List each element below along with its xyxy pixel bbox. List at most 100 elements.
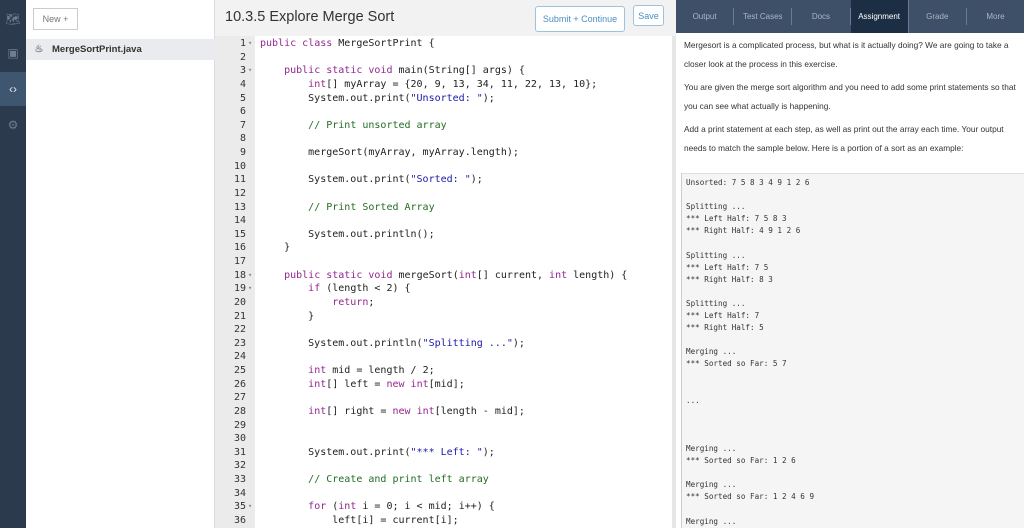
- code-line[interactable]: 3 ▾ public static void main(String[] args…: [215, 64, 672, 78]
- fold-arrow-icon[interactable]: [248, 350, 256, 364]
- line-number: 19: [233, 283, 246, 295]
- fold-arrow-icon[interactable]: [248, 146, 256, 160]
- fold-arrow-icon[interactable]: [248, 419, 256, 433]
- fold-arrow-icon[interactable]: [248, 446, 256, 460]
- fold-arrow-icon[interactable]: ▾: [248, 500, 256, 514]
- code-line[interactable]: 21 }: [215, 310, 672, 324]
- tab-assignment[interactable]: Assignment: [850, 0, 909, 33]
- code-line[interactable]: 15 System.out.println();: [215, 228, 672, 242]
- sample-output: Unsorted: 7 5 8 3 4 9 1 2 6 Splitting ..…: [681, 173, 1024, 528]
- fold-arrow-icon[interactable]: [248, 364, 256, 378]
- code-file-icon[interactable]: ‹›: [0, 72, 26, 106]
- fold-arrow-icon[interactable]: [248, 105, 256, 119]
- code-line[interactable]: 22: [215, 323, 672, 337]
- line-number: 23: [233, 337, 246, 349]
- line-number: 10: [233, 160, 246, 172]
- code-line[interactable]: 30: [215, 432, 672, 446]
- fold-arrow-icon[interactable]: [248, 51, 256, 65]
- fold-arrow-icon[interactable]: [248, 255, 256, 269]
- file-item[interactable]: ♨ MergeSortPrint.java: [26, 39, 215, 60]
- fold-arrow-icon[interactable]: [248, 78, 256, 92]
- tab-test-cases[interactable]: Test Cases: [734, 8, 793, 25]
- java-file-icon: ♨: [34, 44, 44, 55]
- fold-arrow-icon[interactable]: [248, 459, 256, 473]
- fold-arrow-icon[interactable]: ▾: [248, 282, 256, 296]
- fold-arrow-icon[interactable]: [248, 296, 256, 310]
- code-line[interactable]: 28 int[] right = new int[length - mid];: [215, 405, 672, 419]
- fold-arrow-icon[interactable]: [248, 432, 256, 446]
- tab-output[interactable]: Output: [676, 8, 735, 25]
- code-line[interactable]: 11 System.out.print("Sorted: ");: [215, 173, 672, 187]
- fold-arrow-icon[interactable]: [248, 473, 256, 487]
- fold-arrow-icon[interactable]: [248, 228, 256, 242]
- code-line[interactable]: 4 int[] myArray = {20, 9, 13, 34, 11, 22…: [215, 78, 672, 92]
- code-line[interactable]: 18 ▾ public static void mergeSort(int[] c…: [215, 269, 672, 283]
- line-number: 27: [233, 392, 246, 404]
- code-line[interactable]: 13 // Print Sorted Array: [215, 201, 672, 215]
- fold-arrow-icon[interactable]: [248, 337, 256, 351]
- line-number: 7: [239, 119, 246, 131]
- paragraph: Add a print statement at each step, as w…: [684, 124, 1004, 153]
- code-line[interactable]: 9 mergeSort(myArray, myArray.length);: [215, 146, 672, 160]
- new-file-button[interactable]: New +: [33, 8, 78, 30]
- fold-arrow-icon[interactable]: [248, 173, 256, 187]
- code-line[interactable]: 6: [215, 105, 672, 119]
- fold-arrow-icon[interactable]: [248, 391, 256, 405]
- code-line[interactable]: 7 // Print unsorted array: [215, 119, 672, 133]
- code-line[interactable]: 25 int mid = length / 2;: [215, 364, 672, 378]
- code-line[interactable]: 20 return;: [215, 296, 672, 310]
- code-line[interactable]: 34: [215, 487, 672, 501]
- code-line[interactable]: 32: [215, 459, 672, 473]
- fold-arrow-icon[interactable]: [248, 92, 256, 106]
- code-line[interactable]: 36 left[i] = current[i];: [215, 514, 672, 528]
- fold-arrow-icon[interactable]: [248, 214, 256, 228]
- fold-arrow-icon[interactable]: ▾: [248, 37, 256, 51]
- code-line[interactable]: 27: [215, 391, 672, 405]
- code-line[interactable]: 14: [215, 214, 672, 228]
- code-line[interactable]: 1 ▾ public class MergeSortPrint {: [215, 37, 672, 51]
- fold-arrow-icon[interactable]: [248, 119, 256, 133]
- line-number: 1: [239, 38, 246, 49]
- panel-tabs: Output Test Cases Docs Assignment Grade …: [676, 0, 1024, 33]
- fold-arrow-icon[interactable]: [248, 160, 256, 174]
- submit-continue-button[interactable]: Submit + Continue: [535, 6, 625, 32]
- code-line[interactable]: 35 ▾ for (int i = 0; i < mid; i++) {: [215, 500, 672, 514]
- fold-arrow-icon[interactable]: [248, 378, 256, 392]
- code-line[interactable]: 10: [215, 160, 672, 174]
- code-line[interactable]: 24: [215, 350, 672, 364]
- code-area[interactable]: 1 ▾ public class MergeSortPrint {2 3 ▾ publi…: [215, 37, 672, 528]
- line-number: 29: [233, 419, 246, 431]
- code-line[interactable]: 8: [215, 132, 672, 146]
- fold-arrow-icon[interactable]: [248, 323, 256, 337]
- line-number: 36: [233, 514, 246, 526]
- fold-arrow-icon[interactable]: [248, 514, 256, 528]
- calendar-icon[interactable]: ▣: [0, 36, 26, 70]
- fold-arrow-icon[interactable]: [248, 487, 256, 501]
- fold-arrow-icon[interactable]: [248, 241, 256, 255]
- code-line[interactable]: 5 System.out.print("Unsorted: ");: [215, 92, 672, 106]
- tab-docs[interactable]: Docs: [792, 8, 851, 25]
- code-line[interactable]: 31 System.out.print("*** Left: ");: [215, 446, 672, 460]
- fold-arrow-icon[interactable]: ▾: [248, 64, 256, 78]
- line-number: 17: [233, 256, 246, 267]
- tab-more[interactable]: More: [967, 8, 1024, 25]
- code-line[interactable]: 17: [215, 255, 672, 269]
- fold-arrow-icon[interactable]: [248, 132, 256, 146]
- code-line[interactable]: 33 // Create and print left array: [215, 473, 672, 487]
- code-line[interactable]: 16 }: [215, 241, 672, 255]
- fold-arrow-icon[interactable]: ▾: [248, 269, 256, 283]
- map-icon[interactable]: 🗺︎: [0, 2, 26, 36]
- code-line[interactable]: 2: [215, 51, 672, 65]
- fold-arrow-icon[interactable]: [248, 201, 256, 215]
- tab-grade[interactable]: Grade: [909, 8, 967, 25]
- code-line[interactable]: 29: [215, 419, 672, 433]
- save-button[interactable]: Save: [633, 5, 664, 26]
- code-line[interactable]: 23 System.out.println("Splitting ...");: [215, 337, 672, 351]
- code-line[interactable]: 12: [215, 187, 672, 201]
- gear-icon[interactable]: ⚙: [0, 108, 26, 142]
- fold-arrow-icon[interactable]: [248, 187, 256, 201]
- code-line[interactable]: 26 int[] left = new int[mid];: [215, 378, 672, 392]
- fold-arrow-icon[interactable]: [248, 405, 256, 419]
- fold-arrow-icon[interactable]: [248, 310, 256, 324]
- code-line[interactable]: 19 ▾ if (length < 2) {: [215, 282, 672, 296]
